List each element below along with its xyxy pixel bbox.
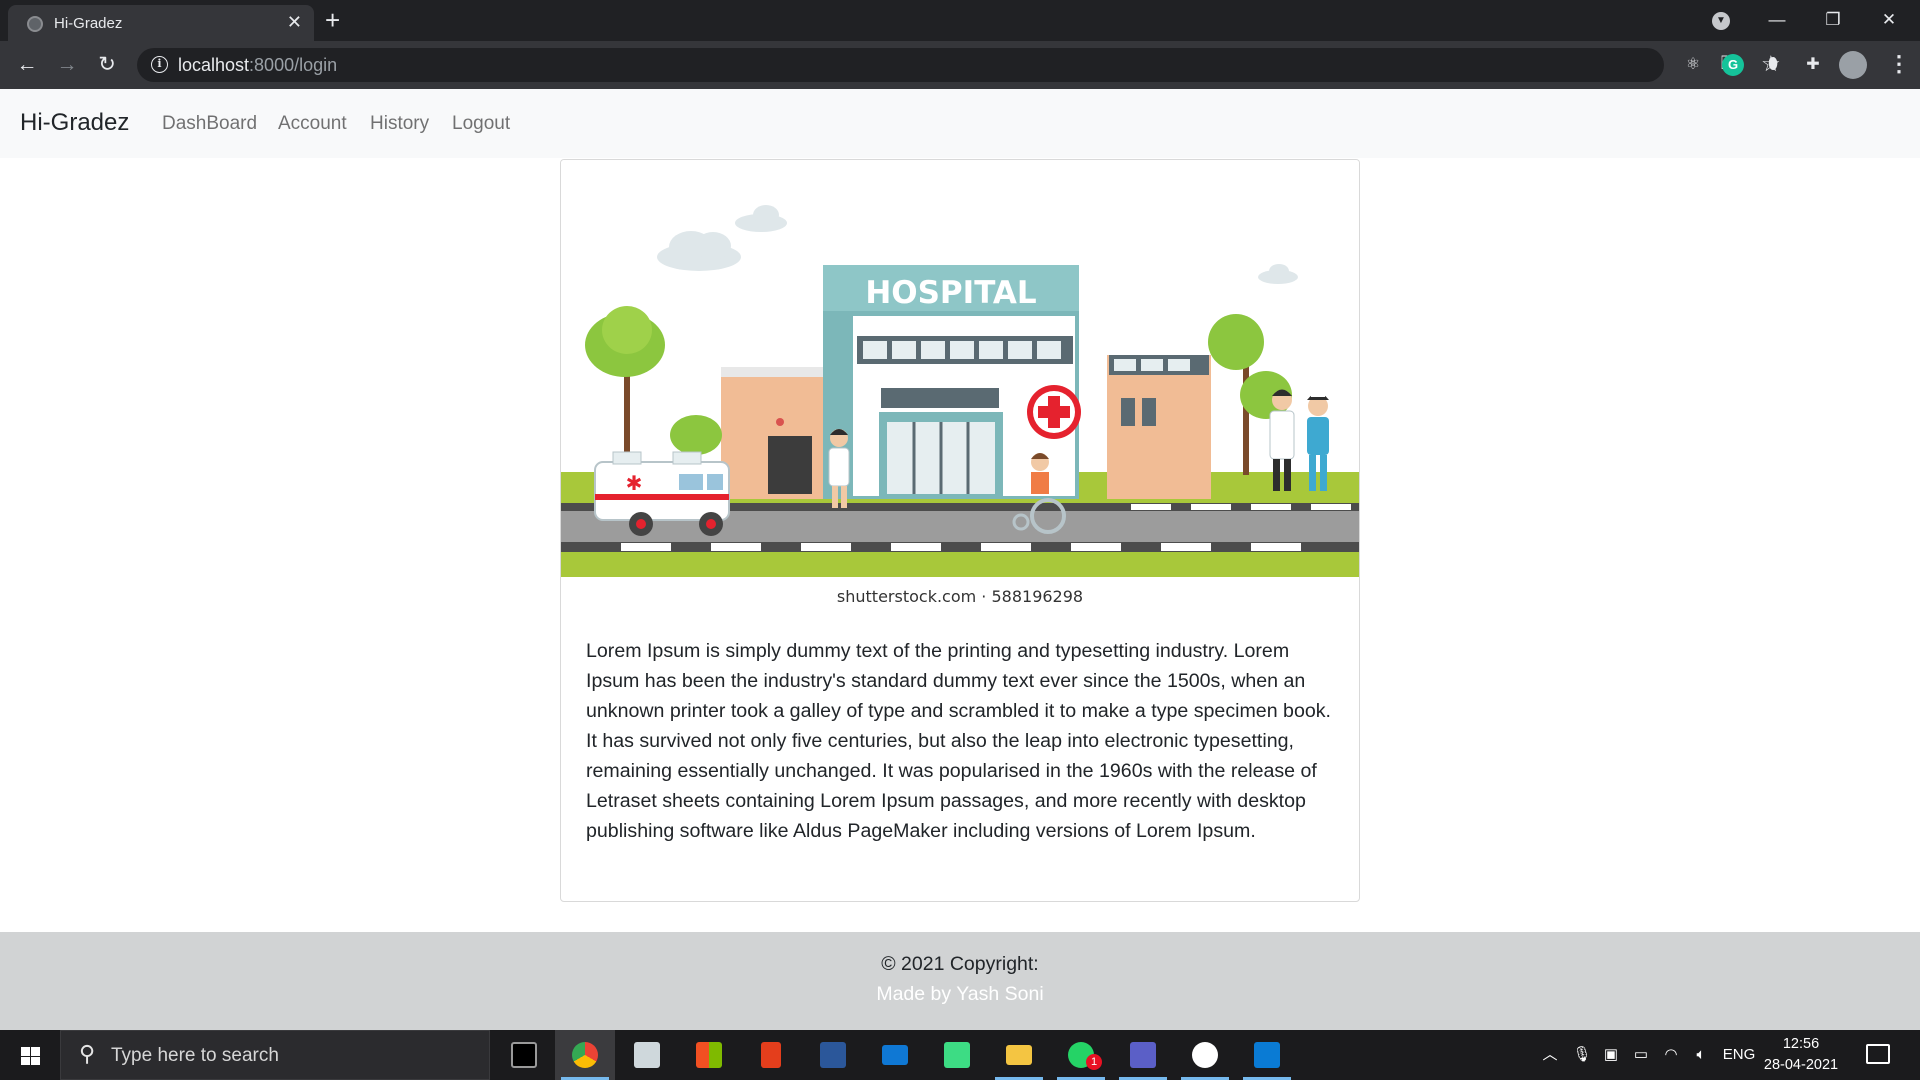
clock-date: 28-04-2021 bbox=[1763, 1057, 1839, 1073]
notifications-icon[interactable] bbox=[1866, 1044, 1890, 1064]
minimize-icon[interactable]: — bbox=[1754, 6, 1800, 34]
close-window-icon[interactable]: ✕ bbox=[1866, 6, 1912, 34]
taskbar-store[interactable] bbox=[679, 1030, 739, 1080]
image-caption: shutterstock.com · 588196298 bbox=[837, 587, 1083, 606]
taskbar-mongodb-compass[interactable] bbox=[1175, 1030, 1235, 1080]
reload-icon[interactable]: ↻ bbox=[94, 52, 120, 78]
battery-icon[interactable]: ▭ bbox=[1628, 1030, 1654, 1080]
back-icon[interactable]: ← bbox=[14, 52, 40, 78]
office-icon bbox=[761, 1042, 781, 1068]
svg-text:✱: ✱ bbox=[626, 471, 643, 495]
android-icon bbox=[944, 1042, 970, 1068]
hospital-illustration: HOSPITAL ✱ shutterstock.com · 588196298 bbox=[561, 160, 1359, 620]
navbar-brand[interactable]: Hi-Gradez bbox=[20, 109, 129, 137]
taskbar-word[interactable] bbox=[803, 1030, 863, 1080]
whatsapp-badge: 1 bbox=[1086, 1054, 1102, 1070]
windows-taskbar: ⚲ Type here to search 1 ︿ 🎙︎ ▣ ▭ ◠ 🔈︎ EN… bbox=[0, 1030, 1920, 1080]
taskbar-vscode[interactable] bbox=[1237, 1030, 1297, 1080]
browser-tab[interactable]: Hi-Gradez ✕ bbox=[8, 5, 314, 41]
teams-icon bbox=[1130, 1042, 1156, 1068]
taskbar-android[interactable] bbox=[927, 1030, 987, 1080]
input-language[interactable]: ENG bbox=[1720, 1030, 1758, 1080]
content-card: HOSPITAL ✱ shutterstock.com · 588196298 … bbox=[560, 159, 1360, 902]
microphone-icon[interactable]: 🎙︎ bbox=[1570, 1030, 1594, 1080]
extensions-puzzle-icon[interactable]: ✚ bbox=[1802, 54, 1824, 76]
site-navbar: Hi-Gradez DashBoard Account History Logo… bbox=[0, 89, 1920, 158]
word-icon bbox=[820, 1042, 846, 1068]
taskbar-terminal[interactable] bbox=[494, 1030, 554, 1080]
chrome-icon bbox=[572, 1042, 598, 1068]
windows-logo-icon bbox=[21, 1047, 40, 1065]
mongodb-icon bbox=[1192, 1042, 1218, 1068]
nav-link-dashboard[interactable]: DashBoard bbox=[162, 113, 257, 135]
nav-link-logout[interactable]: Logout bbox=[452, 113, 510, 135]
tab-title: Hi-Gradez bbox=[54, 15, 123, 32]
volume-icon[interactable]: 🔈︎ bbox=[1688, 1030, 1714, 1080]
web-page: Hi-Gradez DashBoard Account History Logo… bbox=[0, 89, 1920, 1030]
profile-avatar[interactable] bbox=[1839, 51, 1867, 79]
folder-icon bbox=[1006, 1045, 1032, 1065]
page-footer: © 2021 Copyright: Made by Yash Soni bbox=[0, 932, 1920, 1030]
taskbar-office[interactable] bbox=[741, 1030, 801, 1080]
react-devtools-icon[interactable]: ⚛ bbox=[1682, 54, 1704, 76]
browser-tab-strip: Hi-Gradez ✕ + ▼ — ❐ ✕ bbox=[0, 0, 1920, 41]
display-icon[interactable]: ▣ bbox=[1598, 1030, 1624, 1080]
menu-kebab-icon[interactable]: ⋮ bbox=[1888, 50, 1910, 78]
taskbar-chrome[interactable] bbox=[555, 1030, 615, 1080]
taskbar-file-explorer[interactable] bbox=[989, 1030, 1049, 1080]
nav-link-history[interactable]: History bbox=[370, 113, 429, 135]
address-url: localhost:8000/login bbox=[178, 55, 338, 75]
extension-icon[interactable]: ⬮ bbox=[1762, 54, 1784, 76]
taskbar-teams[interactable] bbox=[1113, 1030, 1173, 1080]
forward-icon[interactable]: → bbox=[54, 52, 80, 78]
store-icon bbox=[696, 1042, 722, 1068]
search-icon: ⚲ bbox=[79, 1041, 96, 1066]
restore-icon[interactable]: ❐ bbox=[1810, 6, 1856, 34]
tab-favicon-icon bbox=[27, 16, 43, 32]
taskbar-clock[interactable]: 12:56 28-04-2021 bbox=[1756, 1034, 1846, 1076]
nav-link-account[interactable]: Account bbox=[278, 113, 347, 135]
hospital-sign: HOSPITAL bbox=[865, 275, 1036, 311]
footer-copyright: © 2021 Copyright: bbox=[881, 953, 1039, 975]
vscode-icon bbox=[1254, 1042, 1280, 1068]
close-tab-icon[interactable]: ✕ bbox=[287, 12, 302, 32]
site-info-icon[interactable]: i bbox=[151, 56, 168, 73]
taskbar-search-placeholder: Type here to search bbox=[111, 1045, 279, 1066]
new-tab-icon[interactable]: + bbox=[325, 6, 340, 34]
taskbar-search-box[interactable]: ⚲ Type here to search bbox=[60, 1030, 490, 1080]
clock-time: 12:56 bbox=[1782, 1036, 1820, 1052]
footer-made-by[interactable]: Made by Yash Soni bbox=[0, 983, 1920, 1006]
mail-icon bbox=[882, 1045, 908, 1065]
taskbar-snipping-tool[interactable] bbox=[617, 1030, 677, 1080]
address-bar[interactable]: i localhost:8000/login ⚿ ☆ bbox=[137, 48, 1781, 82]
snipping-tool-icon bbox=[634, 1042, 660, 1068]
wifi-icon[interactable]: ◠ bbox=[1658, 1030, 1684, 1080]
start-button[interactable] bbox=[0, 1030, 60, 1080]
grammarly-icon[interactable]: G bbox=[1722, 54, 1744, 76]
taskbar-whatsapp[interactable]: 1 bbox=[1051, 1030, 1111, 1080]
taskbar-mail[interactable] bbox=[865, 1030, 925, 1080]
tab-search-icon[interactable]: ▼ bbox=[1712, 12, 1730, 30]
browser-toolbar: ← → ↻ i localhost:8000/login ⚿ ☆ ⚛ G ⬮ ✚… bbox=[0, 41, 1920, 89]
tray-chevron-up-icon[interactable]: ︿ bbox=[1538, 1030, 1562, 1080]
terminal-icon bbox=[511, 1042, 537, 1068]
card-body-text: Lorem Ipsum is simply dummy text of the … bbox=[586, 640, 1331, 842]
